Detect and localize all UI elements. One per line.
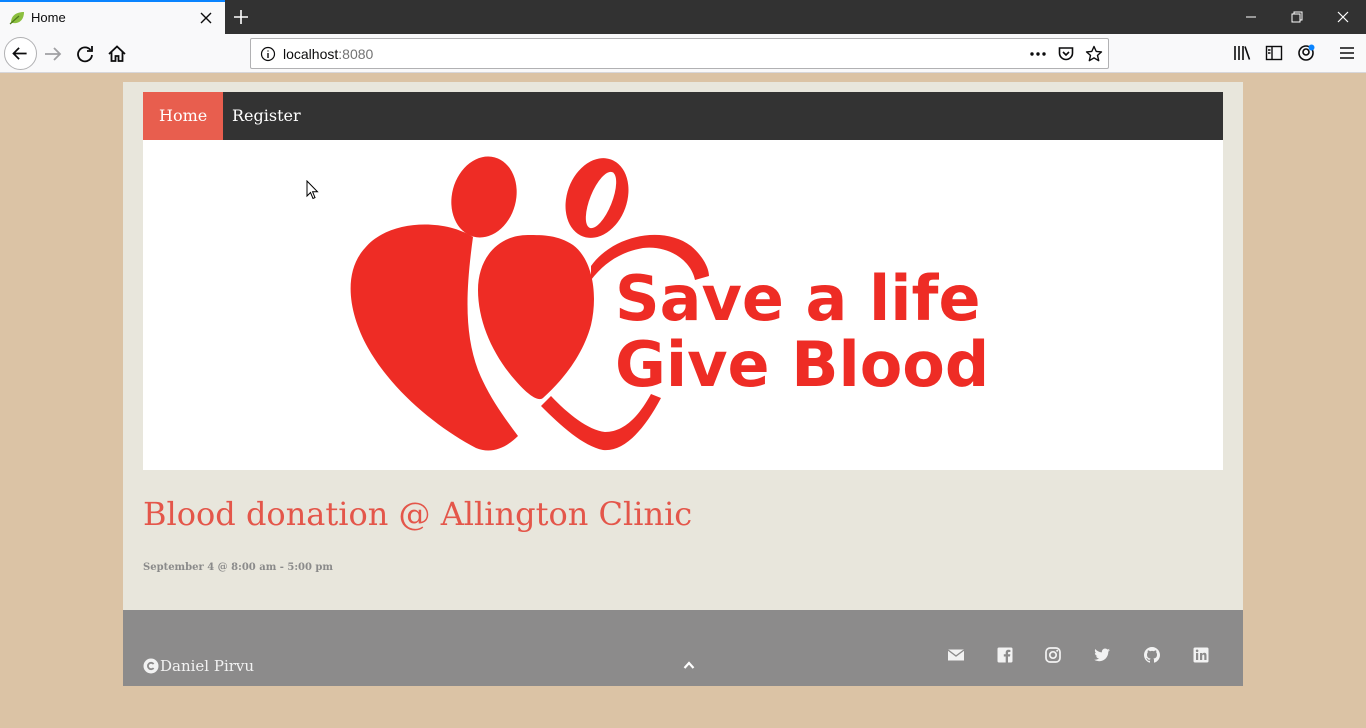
twitter-icon[interactable] xyxy=(1093,646,1111,664)
browser-toolbar: localhost:8080 xyxy=(0,34,1366,73)
hero-line-1: Save a life xyxy=(615,262,981,335)
url-port: :8080 xyxy=(338,46,374,62)
copyright-icon xyxy=(143,658,159,674)
menu-icon[interactable] xyxy=(1338,44,1356,62)
back-icon[interactable] xyxy=(4,37,37,70)
facebook-icon[interactable] xyxy=(996,646,1014,664)
sidebar-icon[interactable] xyxy=(1265,44,1283,62)
address-bar[interactable]: localhost:8080 xyxy=(250,38,1109,69)
site-navbar: Home Register xyxy=(143,92,1223,140)
browser-tab[interactable]: Home xyxy=(0,0,225,34)
github-icon[interactable] xyxy=(1143,646,1161,664)
lower-curve-shape xyxy=(541,394,661,451)
restore-icon[interactable] xyxy=(1287,7,1307,27)
event-title[interactable]: Blood donation @ Allington Clinic xyxy=(143,495,692,533)
reload-icon[interactable] xyxy=(70,39,100,69)
account-icon[interactable] xyxy=(1297,44,1315,62)
library-icon[interactable] xyxy=(1233,44,1251,62)
give-blood-logo: Save a life Give Blood xyxy=(350,156,989,451)
forward-icon[interactable] xyxy=(38,39,68,69)
close-window-icon[interactable] xyxy=(1333,7,1353,27)
tab-title: Home xyxy=(31,10,66,25)
browser-tab-strip: Home xyxy=(0,0,1366,34)
hero-banner: Save a life Give Blood xyxy=(143,140,1223,470)
copyright-name: Daniel Pirvu xyxy=(160,657,255,675)
mouse-cursor-icon xyxy=(306,180,319,200)
url-text: localhost:8080 xyxy=(283,46,373,62)
page-container: Home Register Save a life Give Blood Blo… xyxy=(123,82,1243,686)
leaf-favicon-icon xyxy=(9,12,24,25)
home-icon[interactable] xyxy=(102,39,132,69)
pocket-icon[interactable] xyxy=(1057,45,1075,63)
linkedin-icon[interactable] xyxy=(1192,646,1210,664)
scroll-to-top-icon[interactable] xyxy=(683,660,695,670)
info-icon[interactable] xyxy=(260,46,276,62)
instagram-icon[interactable] xyxy=(1044,646,1062,664)
envelope-icon[interactable] xyxy=(947,646,965,664)
close-tab-icon[interactable] xyxy=(199,11,213,25)
nav-register[interactable]: Register xyxy=(216,92,317,140)
right-heart-shape xyxy=(478,235,594,400)
bookmark-star-icon[interactable] xyxy=(1085,45,1103,63)
minimize-icon[interactable] xyxy=(1241,7,1261,27)
event-date: September 4 @ 8:00 am - 5:00 pm xyxy=(143,562,334,573)
new-tab-icon[interactable] xyxy=(231,7,251,27)
site-footer: Daniel Pirvu xyxy=(123,610,1243,686)
url-host: localhost xyxy=(283,46,339,62)
page-actions-icon[interactable] xyxy=(1029,45,1047,63)
hero-line-2: Give Blood xyxy=(615,328,989,401)
nav-home[interactable]: Home xyxy=(143,92,224,140)
copyright: Daniel Pirvu xyxy=(143,657,254,675)
